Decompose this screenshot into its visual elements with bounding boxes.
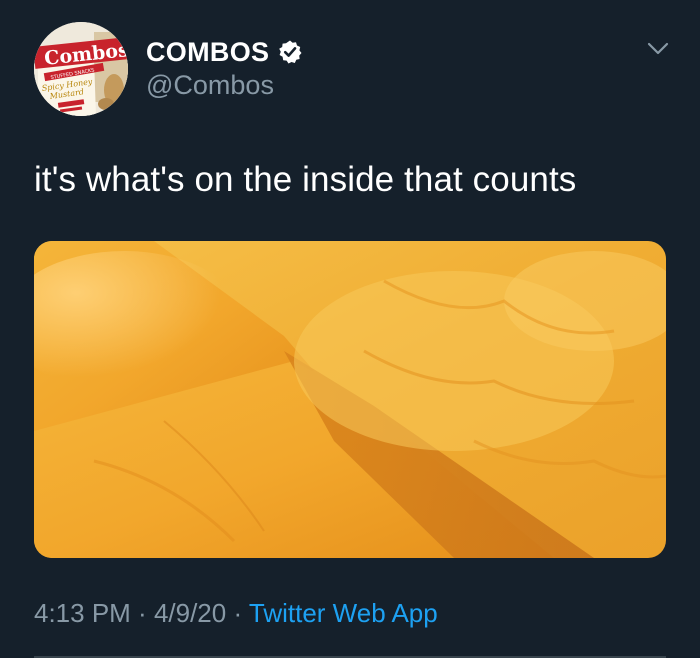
meta-separator: · — [226, 598, 249, 628]
tweet-text: it's what's on the inside that counts — [34, 160, 577, 199]
chevron-down-icon[interactable] — [644, 38, 672, 58]
avatar[interactable]: Combos STUFFED SNACKS Spicy Honey Mustar… — [34, 22, 128, 116]
combos-logo-image: Combos STUFFED SNACKS Spicy Honey Mustar… — [34, 22, 128, 116]
display-name[interactable]: COMBOS — [146, 37, 269, 68]
tweet-card: Combos STUFFED SNACKS Spicy Honey Mustar… — [0, 0, 700, 658]
tweet-source-link[interactable]: Twitter Web App — [249, 598, 438, 628]
tweet-time[interactable]: 4:13 PM — [34, 598, 131, 628]
tweet-date[interactable]: 4/9/20 — [154, 598, 226, 628]
verified-badge-icon — [277, 39, 303, 65]
meta-separator: · — [130, 598, 154, 628]
tweet-meta: 4:13 PM · 4/9/20 · Twitter Web App — [34, 598, 438, 629]
author-row[interactable]: COMBOS — [146, 34, 303, 70]
user-handle[interactable]: @Combos — [146, 70, 274, 101]
tweet-media-image[interactable] — [34, 241, 666, 558]
cheese-photo — [34, 241, 666, 558]
